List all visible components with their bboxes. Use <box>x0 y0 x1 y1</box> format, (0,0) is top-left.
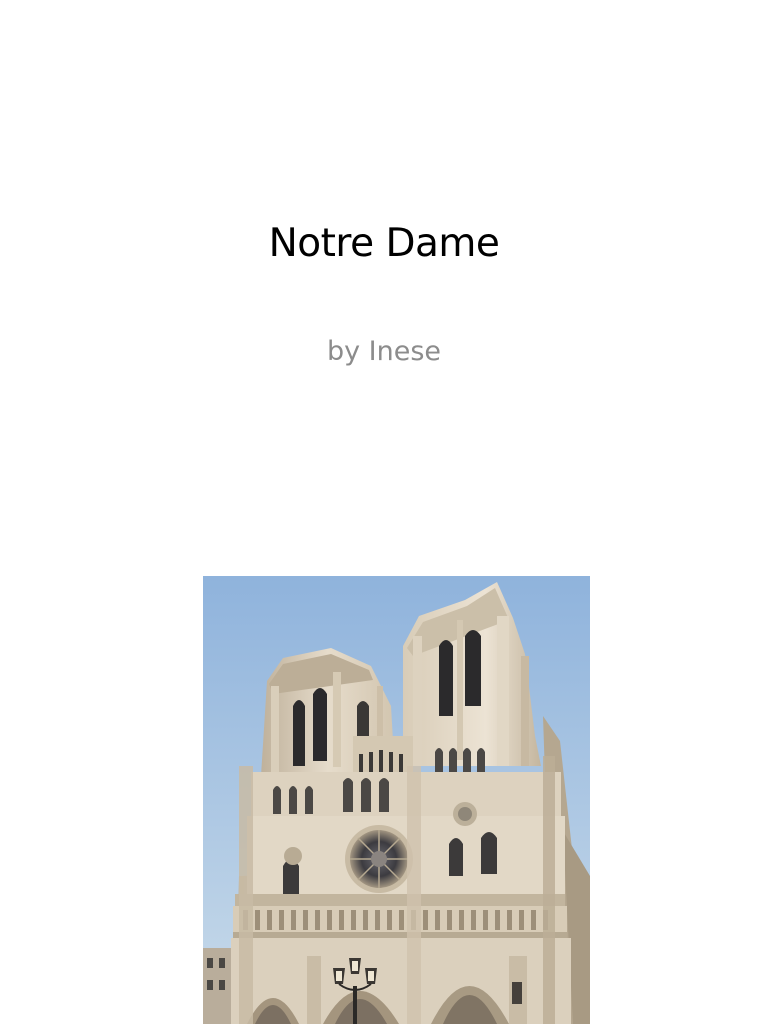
slide: Notre Dame by Inese <box>0 0 768 1024</box>
cathedral-photo <box>203 576 590 1024</box>
slide-title: Notre Dame <box>268 221 500 266</box>
slide-subtitle: by Inese <box>326 336 442 367</box>
